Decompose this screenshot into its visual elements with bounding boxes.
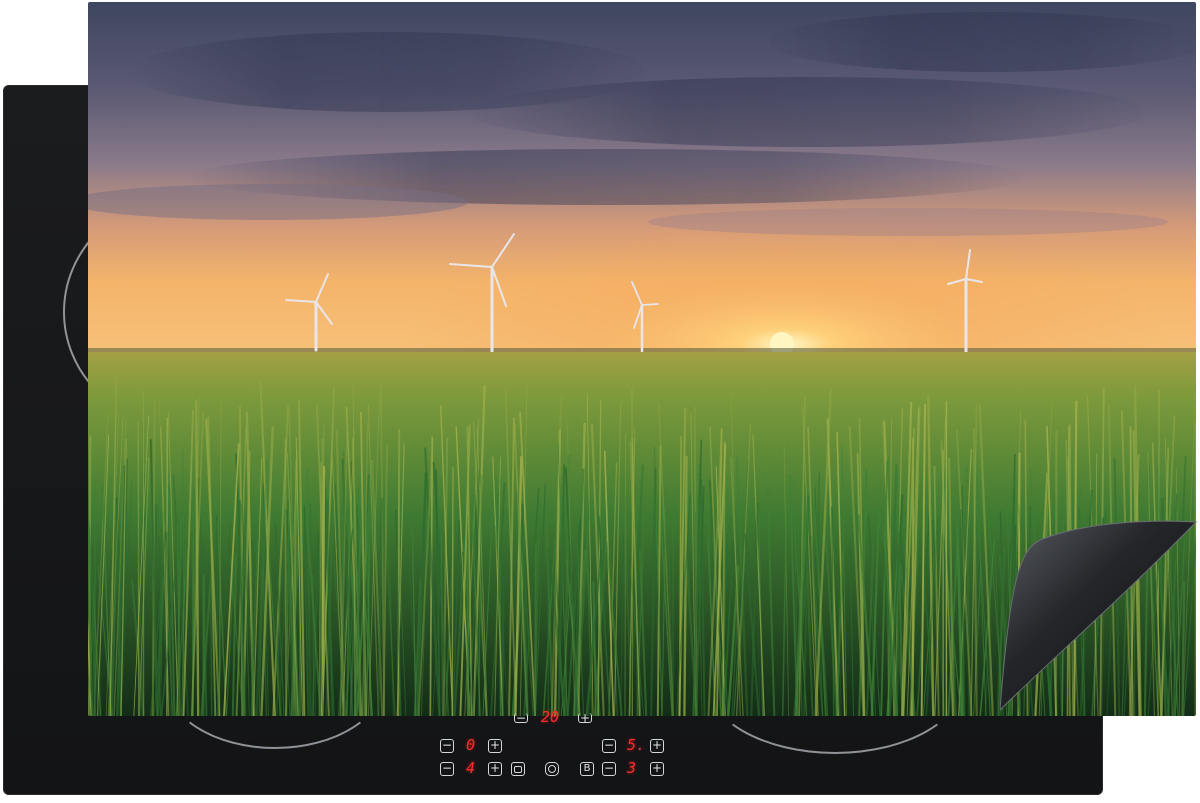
- wheat-stalk: [309, 504, 312, 716]
- wheat-stalk: [451, 467, 454, 716]
- peeled-corner: [1000, 520, 1198, 711]
- wheat-stalk: [363, 562, 366, 716]
- wheat-stalk: [94, 480, 96, 716]
- wheat-stalk: [989, 532, 991, 716]
- wheat-stalk: [501, 564, 505, 716]
- wheat-stalk: [534, 542, 537, 716]
